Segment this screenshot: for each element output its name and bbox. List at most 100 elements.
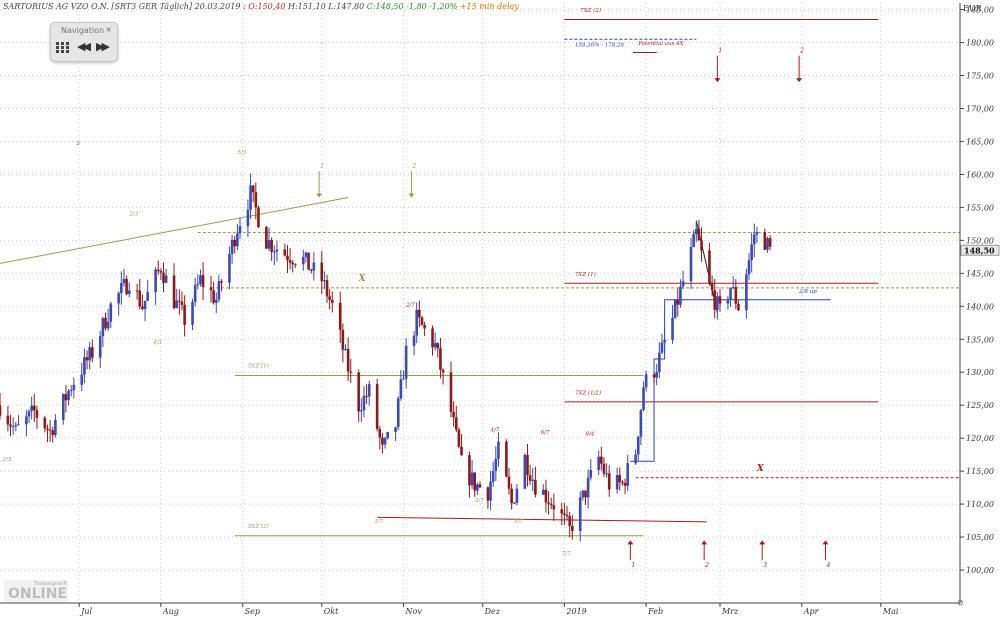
arrow-label: 2 bbox=[704, 562, 709, 569]
candle-body bbox=[750, 244, 753, 261]
candle-body bbox=[360, 410, 363, 412]
candle-body bbox=[547, 502, 550, 504]
arrow-up-head bbox=[701, 540, 708, 545]
candle-body bbox=[180, 301, 184, 305]
back-icon[interactable]: ◀◀ bbox=[77, 40, 91, 53]
candle-body bbox=[602, 463, 606, 474]
navigation-panel[interactable]: Navigation × ◀◀ ▶▶ bbox=[50, 22, 118, 62]
candle-body bbox=[209, 287, 213, 291]
candle-body bbox=[571, 525, 574, 531]
drawings-layer bbox=[0, 18, 960, 537]
candle-body bbox=[436, 343, 440, 349]
candle-body bbox=[344, 349, 347, 351]
candle-body bbox=[468, 455, 471, 486]
candle-body bbox=[365, 395, 368, 397]
x-tick-label: Jul bbox=[79, 607, 92, 616]
chart-label: 7XZ (2) bbox=[580, 7, 601, 14]
candle-body bbox=[549, 503, 553, 506]
close-icon[interactable]: × bbox=[105, 25, 112, 34]
candle-body bbox=[681, 281, 685, 287]
candle-body bbox=[83, 357, 86, 375]
chart-label: 3/7 bbox=[475, 498, 484, 504]
candle-body bbox=[766, 238, 769, 250]
candle-body bbox=[491, 470, 495, 482]
candle-body bbox=[552, 505, 556, 510]
y-tick-label: 140,00 bbox=[966, 302, 994, 311]
candle-body bbox=[431, 328, 434, 348]
candle-body bbox=[367, 384, 371, 397]
candle-body bbox=[716, 296, 719, 310]
x-tick-label: Aug bbox=[162, 607, 179, 616]
candle-body bbox=[694, 228, 698, 235]
candle-body bbox=[478, 484, 482, 488]
candle-body bbox=[600, 456, 603, 464]
candle-body bbox=[191, 301, 194, 325]
x-tick-label: Okt bbox=[324, 607, 339, 616]
candle-body bbox=[615, 475, 619, 490]
candle-body bbox=[312, 262, 316, 271]
candle-body bbox=[415, 309, 419, 336]
candle-body bbox=[325, 280, 329, 297]
arrow-up-head bbox=[627, 540, 634, 545]
chart-label: 4/7 bbox=[490, 428, 500, 434]
zoom-icon[interactable]: ⊘ bbox=[957, 598, 964, 607]
chart-label: 5/3 bbox=[237, 150, 246, 156]
candle-body bbox=[507, 476, 511, 489]
candle-body bbox=[27, 410, 31, 417]
candle-body bbox=[64, 394, 68, 401]
x-tick-label: Sep bbox=[245, 607, 260, 616]
candle-body bbox=[254, 192, 258, 208]
candle-body bbox=[9, 424, 12, 427]
candle-body bbox=[257, 207, 260, 228]
candle-body bbox=[452, 411, 455, 418]
candle-body bbox=[346, 349, 350, 372]
arrow-down-head bbox=[316, 193, 323, 198]
grid-icon[interactable] bbox=[56, 42, 70, 54]
candle-body bbox=[763, 232, 767, 250]
y-tick-label: 150,00 bbox=[966, 236, 994, 245]
chart-label: 7XZ (1/2) bbox=[575, 390, 601, 397]
candle-body bbox=[291, 262, 295, 265]
candle-body bbox=[534, 479, 537, 495]
candle-body bbox=[439, 348, 442, 370]
candle-body bbox=[671, 317, 674, 340]
chart-label: 5XZ (2) bbox=[248, 523, 269, 530]
candle-body bbox=[320, 262, 324, 282]
candle-body bbox=[159, 271, 163, 273]
candle-body bbox=[676, 299, 680, 305]
candle-body bbox=[605, 473, 608, 475]
candle-body bbox=[565, 514, 569, 517]
candle-body bbox=[510, 488, 513, 504]
candle-body bbox=[323, 280, 326, 282]
candle-body bbox=[338, 302, 342, 330]
candle-body bbox=[418, 309, 421, 318]
forward-icon[interactable]: ▶▶ bbox=[96, 40, 110, 53]
candle-body bbox=[449, 372, 453, 412]
candle-body bbox=[597, 456, 600, 471]
candle-body bbox=[301, 257, 305, 265]
candle-body bbox=[768, 238, 772, 247]
candle-body bbox=[288, 260, 292, 263]
candle-body bbox=[639, 410, 643, 437]
chart-stage: SARTORIUS AG VZO O.N. [SRT3 GER Täglich]… bbox=[0, 0, 1000, 621]
candle-body bbox=[249, 185, 252, 210]
candle-body bbox=[212, 290, 215, 303]
candle-body bbox=[193, 284, 197, 302]
x-tick-label: Apr bbox=[803, 607, 820, 616]
arrow-label: 1 bbox=[718, 48, 722, 55]
candle-body bbox=[104, 318, 107, 329]
candle-body bbox=[752, 234, 756, 245]
candle-body bbox=[692, 234, 695, 247]
candle-body bbox=[402, 378, 405, 380]
price-chart[interactable]: 5XZ (1)5XZ (2)X7XZ (2)7XZ (1)7XZ (1/2)X1… bbox=[0, 0, 1000, 621]
arrow-label: 3 bbox=[763, 562, 767, 569]
candle-body bbox=[101, 318, 105, 337]
candle-body bbox=[230, 239, 234, 254]
candle-body bbox=[85, 357, 89, 361]
y-tick-label: 105,00 bbox=[966, 533, 994, 542]
chart-label: X bbox=[358, 274, 367, 284]
candle-body bbox=[679, 286, 682, 305]
candle-body bbox=[655, 371, 659, 378]
candle-body bbox=[515, 488, 519, 503]
x-tick-label: Mrz bbox=[721, 607, 739, 616]
